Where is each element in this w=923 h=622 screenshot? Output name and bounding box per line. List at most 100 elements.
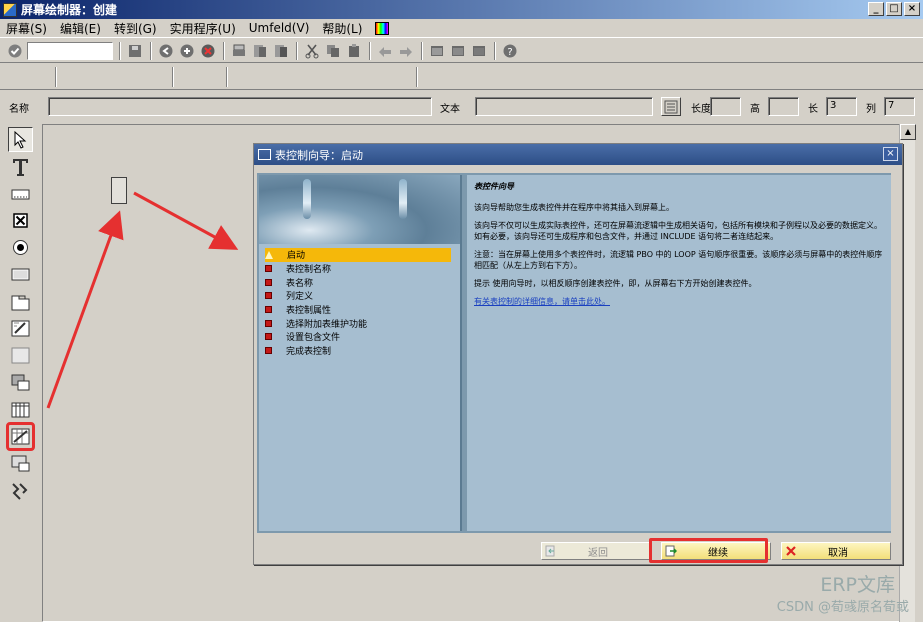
dialog-close-icon[interactable]: × <box>883 147 898 161</box>
back-icon[interactable] <box>157 42 175 60</box>
menu-utilities[interactable]: 实用程序(U) <box>170 20 236 37</box>
name-label: 名称 <box>9 104 29 115</box>
step-table-control-attributes[interactable]: 表控制属性 <box>265 303 451 317</box>
standard-toolbar: ? <box>0 39 923 63</box>
menu-bar: 屏幕(S) 编辑(E) 转到(G) 实用程序(U) Umfeld(V) 帮助(L… <box>0 19 923 38</box>
text-field-tool-icon[interactable] <box>8 154 33 179</box>
layout-icon[interactable] <box>470 42 488 60</box>
color-palette-icon[interactable] <box>375 21 390 35</box>
wizard-steps-panel: 启动 表控制名称 表名称 列定义 表控制属性 选择附加表维护功能 设置包含文件 … <box>259 175 462 531</box>
line-label: 长 <box>808 104 818 115</box>
menu-screen[interactable]: 屏幕(S) <box>6 20 47 37</box>
cancel-icon[interactable] <box>199 42 217 60</box>
minimize-button[interactable]: _ <box>868 2 884 16</box>
description-heading: 表控件向导 <box>474 182 514 191</box>
close-button[interactable]: × <box>904 2 920 16</box>
save-icon[interactable] <box>126 42 144 60</box>
back-button[interactable]: 返回 <box>541 542 651 560</box>
step-additional-functions[interactable]: 选择附加表维护功能 <box>265 316 451 330</box>
text-field[interactable] <box>475 97 653 116</box>
table-control-wizard-icon[interactable] <box>6 422 35 451</box>
application-toolbar <box>0 64 923 90</box>
wizard-step-list: 启动 表控制名称 表名称 列定义 表控制属性 选择附加表维护功能 设置包含文件 … <box>265 248 451 358</box>
cancel-button[interactable]: 取消 <box>781 542 891 560</box>
checkbox-tool-icon[interactable] <box>8 208 33 233</box>
column-field[interactable]: 7 <box>884 97 915 116</box>
help-icon[interactable]: ? <box>501 42 519 60</box>
text-label: 文本 <box>440 104 460 115</box>
warning-icon <box>265 250 273 259</box>
menu-edit[interactable]: 编辑(E) <box>60 20 101 37</box>
height-label: 高 <box>750 104 760 115</box>
enter-check-icon[interactable] <box>6 42 24 60</box>
table-control-wizard-dialog: 表控制向导：启动 × 启动 表控制名称 表名称 列定义 表控制属性 选择附加表维… <box>253 143 903 565</box>
exit-icon[interactable] <box>178 42 196 60</box>
water-drop-banner <box>259 175 460 244</box>
status-red-icon <box>265 306 272 314</box>
column-label: 列 <box>866 104 876 115</box>
height-field[interactable] <box>768 97 799 116</box>
custom-control-tool-icon[interactable] <box>8 451 33 476</box>
watermark-title: ERP文库 <box>820 574 895 596</box>
frame-tool-icon[interactable] <box>8 343 33 368</box>
status-icon-tool-icon[interactable] <box>8 478 33 503</box>
text-dictionary-icon[interactable] <box>661 97 681 116</box>
dialog-title-bar: 表控制向导：启动 <box>254 144 902 165</box>
tabstrip-tool-icon[interactable] <box>8 289 33 314</box>
watermark-subtitle: CSDN @荀彧原名荀或 <box>776 600 909 615</box>
line-field[interactable]: 3 <box>826 97 857 116</box>
status-red-icon <box>265 292 272 300</box>
cut-icon[interactable] <box>303 42 321 60</box>
scroll-up-icon[interactable]: ▲ <box>900 124 916 140</box>
input-field-tool-icon[interactable] <box>8 181 33 206</box>
more-info-link[interactable]: 有关表控制的详细信息，请单击此处。 <box>474 297 610 306</box>
find-icon[interactable] <box>251 42 269 60</box>
paste-icon[interactable] <box>345 42 363 60</box>
print-icon[interactable] <box>230 42 248 60</box>
pointer-tool-icon[interactable] <box>8 127 33 152</box>
status-red-icon <box>265 319 272 327</box>
step-start[interactable]: 启动 <box>265 248 451 262</box>
find-next-icon[interactable] <box>272 42 290 60</box>
step-table-control-name[interactable]: 表控制名称 <box>265 262 451 276</box>
step-table-name[interactable]: 表名称 <box>265 275 451 289</box>
undo-icon[interactable] <box>376 42 394 60</box>
length-field[interactable] <box>710 97 741 116</box>
step-finish[interactable]: 完成表控制 <box>265 344 451 358</box>
status-red-icon <box>265 333 272 341</box>
description-paragraph-1: 该向导帮助您生成表控件并在程序中将其插入到屏幕上。 <box>474 203 674 212</box>
menu-goto[interactable]: 转到(G) <box>114 20 157 37</box>
dialog-title: 表控制向导：启动 <box>275 148 363 162</box>
element-palette <box>6 127 35 507</box>
command-field[interactable] <box>27 41 113 60</box>
dialog-icon <box>258 149 271 160</box>
continue-highlight <box>649 538 768 563</box>
tabstrip-wizard-icon[interactable] <box>8 316 33 341</box>
shortcut-icon[interactable] <box>449 42 467 60</box>
maximize-button[interactable]: □ <box>886 2 902 16</box>
create-session-icon[interactable] <box>428 42 446 60</box>
dialog-body: 启动 表控制名称 表名称 列定义 表控制属性 选择附加表维护功能 设置包含文件 … <box>257 173 891 533</box>
menu-environment[interactable]: Umfeld(V) <box>249 21 310 35</box>
table-control-tool-icon[interactable] <box>8 397 33 422</box>
redo-icon[interactable] <box>397 42 415 60</box>
push-button-tool-icon[interactable] <box>8 262 33 287</box>
element-attributes-row: 名称 文本 长度 高 长 3 列 7 <box>0 94 923 120</box>
copy-icon[interactable] <box>324 42 342 60</box>
menu-help[interactable]: 帮助(L) <box>322 20 362 37</box>
step-include-files[interactable]: 设置包含文件 <box>265 330 451 344</box>
radio-button-tool-icon[interactable] <box>8 235 33 260</box>
step-column-definition[interactable]: 列定义 <box>265 289 451 303</box>
description-paragraph-2: 该向导不仅可以生成实际表控件，还可在屏幕流逻辑中生成相关语句，包括所有模块和子例… <box>474 221 882 241</box>
wizard-description-panel: 表控件向导 该向导帮助您生成表控件并在程序中将其插入到屏幕上。 该向导不仅可以生… <box>467 175 891 531</box>
svg-text:?: ? <box>507 47 512 58</box>
app-icon <box>3 2 17 17</box>
status-red-icon <box>265 278 272 286</box>
back-arrow-icon <box>544 544 558 558</box>
window-title-bar: 屏幕绘制器：创建 _ □ × <box>0 0 923 19</box>
window-title: 屏幕绘制器：创建 <box>21 3 118 17</box>
length-label: 长度 <box>691 104 711 115</box>
canvas-element[interactable] <box>111 177 127 204</box>
name-field[interactable] <box>48 97 432 116</box>
subscreen-tool-icon[interactable] <box>8 370 33 395</box>
